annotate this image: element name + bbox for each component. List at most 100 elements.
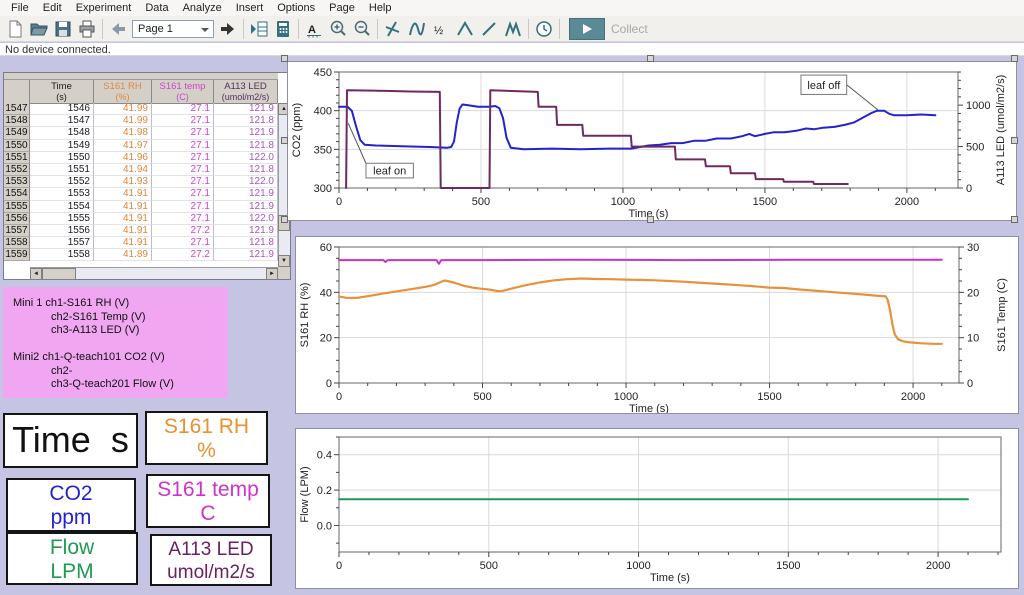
row-number-cell[interactable]: 1558 [4,237,30,249]
column-header[interactable]: A113 LED(umol/m2/s) [214,80,278,104]
data-cell[interactable]: 41.96 [94,152,152,164]
data-cell[interactable]: 27.2 [152,249,214,261]
channel-annotation-box[interactable]: Mini 1 ch1-S161 RH (V)ch2-S161 Temp (V)c… [3,287,228,398]
table-row[interactable]: 1552155141.9427.1121.8 [4,164,278,176]
data-cell[interactable]: 41.91 [94,188,152,200]
data-cell[interactable]: 121.9 [214,103,278,115]
table-row[interactable]: 1550154941.9727.1121.8 [4,140,278,152]
row-number-cell[interactable]: 1553 [4,176,30,188]
data-cell[interactable]: 1554 [30,201,94,213]
linear-fit-button[interactable] [477,18,501,40]
menu-page[interactable]: Page [322,2,362,14]
data-cell[interactable]: 27.2 [152,225,214,237]
menu-insert[interactable]: Insert [229,2,271,14]
column-header[interactable]: Time(s) [30,80,94,104]
row-number-cell[interactable]: 1554 [4,188,30,200]
selection-handle[interactable] [647,55,654,62]
data-cell[interactable]: 121.9 [214,201,278,213]
horizontal-scroll-thumb[interactable] [42,268,76,280]
temp-label-box[interactable]: S161 tempC [146,474,270,528]
fraction-half-button[interactable]: ½ [429,18,453,40]
table-row[interactable]: 1554155341.9127.1121.9 [4,188,278,200]
data-cell[interactable]: 41.91 [94,201,152,213]
menu-help[interactable]: Help [362,2,399,14]
data-cell[interactable]: 27.1 [152,176,214,188]
data-cell[interactable]: 1552 [30,176,94,188]
data-cell[interactable]: 1556 [30,225,94,237]
print-button[interactable] [75,18,99,40]
data-cell[interactable]: 1547 [30,115,94,127]
data-cell[interactable]: 1551 [30,164,94,176]
table-row[interactable]: 1553155241.9327.1122.0 [4,176,278,188]
data-cell[interactable]: 1555 [30,213,94,225]
data-cell[interactable]: 41.91 [94,225,152,237]
menu-analyze[interactable]: Analyze [176,2,229,14]
text-annotation-button[interactable]: A [302,18,326,40]
menu-edit[interactable]: Edit [36,2,69,14]
data-cell[interactable]: 122.0 [214,176,278,188]
data-cell[interactable]: 1548 [30,127,94,139]
selection-handle[interactable] [1011,137,1018,144]
data-cell[interactable]: 121.9 [214,225,278,237]
row-number-cell[interactable]: 1559 [4,249,30,261]
data-cell[interactable]: 27.1 [152,115,214,127]
co2-led-graph[interactable]: 050010001500200030035040045005001000leaf… [288,62,1016,220]
selection-handle[interactable] [647,216,654,223]
data-cell[interactable]: 41.94 [94,164,152,176]
menu-options[interactable]: Options [270,2,322,14]
save-button[interactable] [51,18,75,40]
data-cell[interactable]: 27.1 [152,164,214,176]
selection-handle[interactable] [281,137,288,144]
collect-button[interactable] [569,18,605,40]
row-number-cell[interactable]: 1557 [4,225,30,237]
data-cell[interactable]: 41.93 [94,176,152,188]
next-page-button[interactable] [216,18,240,40]
curve-fit-button[interactable] [381,18,405,40]
selection-handle[interactable] [1011,55,1018,62]
table-row[interactable]: 1559155841.8927.2121.9 [4,249,278,261]
co2-label-box[interactable]: CO2ppm [6,478,136,532]
data-cell[interactable]: 27.1 [152,213,214,225]
data-table[interactable]: Time(s)S161 RH(%)S161 temp(C)A113 LED(um… [3,72,291,280]
data-table-button[interactable] [247,18,271,40]
data-cell[interactable]: 1558 [30,249,94,261]
table-row[interactable]: 1555155441.9127.1121.9 [4,201,278,213]
data-cell[interactable]: 27.1 [152,188,214,200]
data-cell[interactable]: 121.9 [214,249,278,261]
data-cell[interactable]: 27.1 [152,127,214,139]
data-collection-button[interactable] [532,18,556,40]
selection-handle[interactable] [281,55,288,62]
data-cell[interactable]: 121.9 [214,127,278,139]
data-cell[interactable]: 1553 [30,188,94,200]
data-cell[interactable]: 121.8 [214,140,278,152]
scroll-left-arrow-icon[interactable]: ◄ [30,268,42,280]
open-file-button[interactable] [27,18,51,40]
row-number-cell[interactable]: 1556 [4,213,30,225]
selection-handle[interactable] [281,216,288,223]
table-horizontal-scrollbar[interactable]: ◄ ► [30,267,278,279]
row-number-cell[interactable]: 1547 [4,103,30,115]
data-cell[interactable]: 41.98 [94,127,152,139]
flow-graph-panel[interactable]: 05001000150020000.00.20.4Time (s)Flow (L… [295,428,1019,589]
data-cell[interactable]: 27.1 [152,201,214,213]
prev-page-button[interactable] [106,18,130,40]
row-number-cell[interactable]: 1552 [4,164,30,176]
data-cell[interactable]: 121.8 [214,115,278,127]
data-cell[interactable]: 1550 [30,152,94,164]
table-row[interactable]: 1547154641.9927.1121.9 [4,103,278,115]
data-cell[interactable]: 41.89 [94,249,152,261]
data-cell[interactable]: 41.99 [94,115,152,127]
rh-temp-graph-panel[interactable]: 050010001500200002040600102030Time (s)S1… [295,236,1019,414]
data-cell[interactable]: 41.97 [94,140,152,152]
flow-graph[interactable]: 05001000150020000.00.20.4Time (s)Flow (L… [296,429,1018,588]
data-cell[interactable]: 41.99 [94,103,152,115]
menu-data[interactable]: Data [138,2,175,14]
data-cell[interactable]: 1549 [30,140,94,152]
row-number-cell[interactable]: 1548 [4,115,30,127]
column-header[interactable] [4,80,30,104]
table-row[interactable]: 1549154841.9827.1121.9 [4,127,278,139]
row-number-cell[interactable]: 1549 [4,127,30,139]
table-row[interactable]: 1556155541.9127.1122.0 [4,213,278,225]
data-cell[interactable]: 122.0 [214,152,278,164]
integral-button[interactable] [453,18,477,40]
